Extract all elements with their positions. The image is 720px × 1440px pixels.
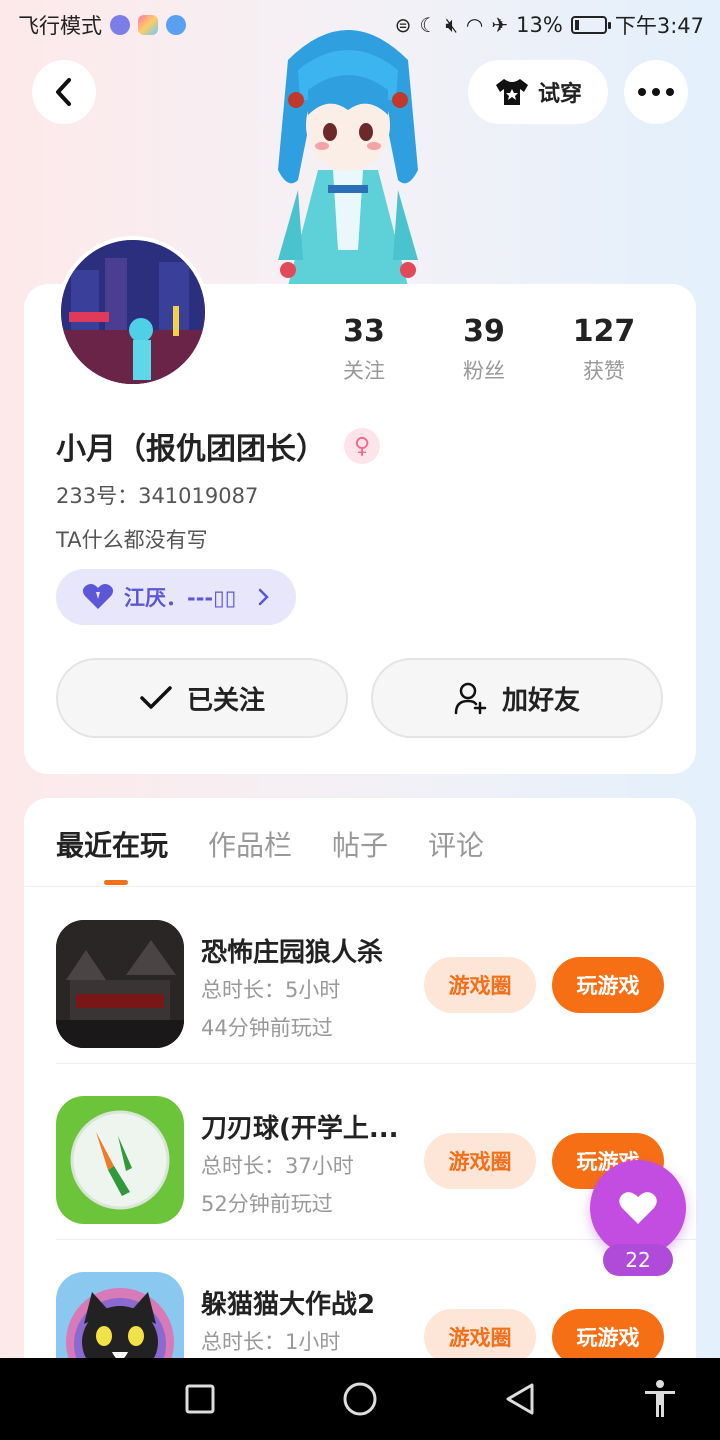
mute-icon: 🔇︎ [445,13,458,37]
recent-apps-button[interactable] [180,1379,220,1419]
chevron-right-icon [259,588,270,606]
accessibility-button[interactable] [640,1379,680,1419]
haunted-manor-icon [56,920,184,1048]
chevron-left-icon [56,78,71,106]
content-card: 最近在玩 作品栏 帖子 评论 恐怖庄园狼人杀 总时长：5小时 44分钟前玩过 游… [24,798,696,1418]
tshirt-icon [495,79,528,105]
back-button[interactable] [32,60,96,124]
airplane-mode-label: 飞行模式 [18,14,102,38]
profile-stats: 33 关注 39 粉丝 127 获赞 [304,314,664,385]
triangle-back-icon [506,1383,534,1415]
followers-count: 39 [463,314,505,349]
followed-label: 已关注 [186,685,265,716]
user-name: 小月（报仇团团长） [56,432,326,467]
tab-comments[interactable]: 评论 [428,824,484,864]
like-count: 22 [603,1244,673,1276]
game-title: 刀刃球(开学上... [201,1114,399,1144]
profile-avatar[interactable] [57,236,209,388]
tabs-divider [24,886,696,887]
try-on-button[interactable]: 试穿 [468,60,608,124]
tab-posts[interactable]: 帖子 [332,824,388,864]
guild-chip[interactable]: 江厌．---▯▯ [56,569,296,625]
heart-icon [619,1192,657,1224]
add-friend-button[interactable]: 加好友 [371,658,663,738]
game-circle-button[interactable]: 游戏圈 [424,957,536,1013]
more-dots-icon [638,88,674,96]
music-app-icon [110,15,130,35]
checkmark-icon [140,686,172,709]
battery-icon [570,16,611,34]
followers-stat[interactable]: 39 粉丝 [424,314,544,385]
game-title: 躲猫猫大作战2 [201,1290,376,1320]
status-right: ⊜ ☾ 🔇︎ ◠ ✈ 13% 下午3:47 [395,10,704,40]
wifi-icon: ◠ [465,13,484,37]
heart-badge-icon [82,584,114,609]
circle-icon [343,1382,377,1416]
likes-stat: 127 获赞 [544,314,664,385]
game-last-played: 44分钟前玩过 [201,1016,333,1040]
more-options-button[interactable] [624,60,688,124]
blade-ball-icon [56,1096,184,1224]
gallery-app-icon [138,15,158,35]
user-id: 233号：341019087 [56,484,259,508]
following-stat[interactable]: 33 关注 [304,314,424,385]
guild-label: 江厌．---▯▯ [124,586,237,610]
battery-percent: 13% [516,13,563,37]
game-circle-button[interactable]: 游戏圈 [424,1309,536,1365]
game-playtime: 总时长：5小时 [201,978,341,1002]
profile-tabs: 最近在玩 作品栏 帖子 评论 [56,824,484,864]
home-button[interactable] [340,1379,380,1419]
square-icon [185,1384,215,1414]
likes-count: 127 [572,314,636,349]
female-gender-icon: ♀ [344,428,380,464]
try-on-label: 试穿 [537,82,582,107]
add-friend-label: 加好友 [501,685,580,716]
add-user-icon [454,682,487,715]
tab-works[interactable]: 作品栏 [208,824,292,864]
game-circle-button[interactable]: 游戏圈 [424,1133,536,1189]
game-icon [56,920,184,1048]
game-icon [56,1096,184,1224]
browser-app-icon [166,15,186,35]
following-count: 33 [343,314,385,349]
accessibility-icon [645,1380,675,1417]
followed-button[interactable]: 已关注 [56,658,348,738]
airplane-icon: ✈ [491,13,509,37]
game-playtime: 总时长：1小时 [201,1330,341,1354]
game-title: 恐怖庄园狼人杀 [201,938,384,968]
following-label: 关注 [343,359,385,383]
name-row: 小月（报仇团团长） ♀ [56,424,380,468]
user-bio: TA什么都没有写 [56,528,208,552]
clock: 下午3:47 [614,14,704,38]
character-avatar-figure [278,30,418,286]
system-navigation-bar [0,1358,720,1440]
likes-label: 获赞 [583,359,625,383]
status-left: 飞行模式 [18,10,186,40]
play-game-button[interactable]: 玩游戏 [552,957,664,1013]
back-nav-button[interactable] [500,1379,540,1419]
like-button[interactable] [590,1160,686,1256]
game-playtime: 总时长：37小时 [201,1154,354,1178]
active-tab-indicator [104,880,128,885]
play-game-button[interactable]: 玩游戏 [552,1309,664,1365]
game-last-played: 52分钟前玩过 [201,1192,333,1216]
battery-fill [574,20,579,30]
avatar-image [61,240,205,384]
followers-label: 粉丝 [463,359,505,383]
game-list-item[interactable]: 恐怖庄园狼人杀 总时长：5小时 44分钟前玩过 游戏圈 玩游戏 [56,888,696,1064]
tab-recently-played[interactable]: 最近在玩 [56,824,168,864]
